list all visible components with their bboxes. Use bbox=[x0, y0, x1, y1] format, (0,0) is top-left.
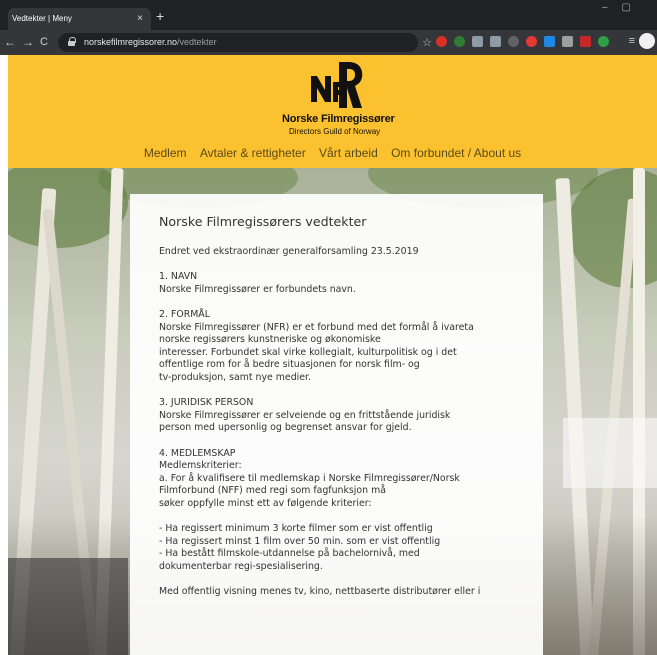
extension-icon[interactable] bbox=[526, 36, 537, 47]
section-navn: 1. NAVN Norske Filmregissører er forbund… bbox=[159, 271, 543, 296]
article-intro: Endret ved ekstraordinær generalforsamli… bbox=[159, 246, 419, 257]
extension-icon[interactable] bbox=[508, 36, 519, 47]
criteria-list: - Ha regissert minimum 3 korte filmer so… bbox=[159, 523, 543, 573]
nav-item-vart-arbeid[interactable]: Vårt arbeid bbox=[319, 146, 378, 160]
nav-item-avtaler[interactable]: Avtaler & rettigheter bbox=[200, 146, 306, 160]
section-text: Norske Filmregissører er forbundets navn… bbox=[159, 283, 356, 295]
content-card: Norske Filmregissørers vedtekter Endret … bbox=[130, 194, 543, 655]
section-heading: 3. JURIDISK PERSON bbox=[159, 397, 254, 409]
section-heading: 4. MEDLEMSKAP bbox=[159, 447, 236, 459]
new-tab-icon[interactable]: + bbox=[156, 9, 164, 23]
browser-tab-bar: Vedtekter | Meny × + –▢ bbox=[0, 0, 657, 30]
extension-icon[interactable] bbox=[454, 36, 465, 47]
extension-icon[interactable] bbox=[436, 36, 447, 47]
section-heading: 1. NAVN bbox=[159, 271, 198, 283]
forward-icon[interactable]: → bbox=[22, 35, 34, 49]
list-item: - Ha bestått filmskole-utdannelse på bac… bbox=[159, 548, 420, 560]
section-text: person med upersonlig og begrenset ansva… bbox=[159, 422, 412, 434]
back-icon[interactable]: ← bbox=[4, 35, 16, 49]
section-text: Norske Filmregissører er selveiende og e… bbox=[159, 409, 451, 421]
extension-icon[interactable] bbox=[580, 36, 591, 47]
section-text: interesser. Forbundet skal virke kollegi… bbox=[159, 346, 457, 358]
section-heading: 2. FORMÅL bbox=[159, 308, 210, 320]
browser-toolbar: ← → C norskefilmregissorer.no/vedtekter … bbox=[0, 30, 657, 55]
section-text: Filmforbund (NFF) med regi som fagfunksj… bbox=[159, 485, 386, 497]
tab-title: Vedtekter | Meny bbox=[12, 14, 72, 23]
section-text: Norske Filmregissører (NFR) er et forbun… bbox=[159, 321, 474, 333]
section-text: offentlige rom for å bedre situasjonen f… bbox=[159, 359, 420, 371]
section-text: søker oppfylle minst ett av følgende kri… bbox=[159, 497, 372, 509]
nav-item-om-forbundet[interactable]: Om forbundet / About us bbox=[391, 146, 521, 160]
extension-icon[interactable] bbox=[544, 36, 555, 47]
section-medlemskap: 4. MEDLEMSKAP Medlemskriterier: a. For å… bbox=[159, 448, 543, 511]
url-path: /vedtekter bbox=[177, 37, 217, 47]
menu-icon[interactable]: ≡ bbox=[629, 35, 635, 47]
section-formal: 2. FORMÅL Norske Filmregissører (NFR) er… bbox=[159, 309, 543, 385]
list-item: - Ha regissert minst 1 film over 50 min.… bbox=[159, 535, 441, 547]
section-text: tv-produksjon, samt nye medier. bbox=[159, 371, 311, 383]
avatar[interactable] bbox=[639, 33, 655, 49]
list-item: - Ha regissert minimum 3 korte filmer so… bbox=[159, 523, 433, 535]
address-bar[interactable]: norskefilmregissorer.no/vedtekter ☆ bbox=[58, 33, 432, 52]
section-text: a. For å kvalifisere til medlemskap i No… bbox=[159, 472, 460, 484]
window-controls[interactable]: –▢ bbox=[602, 2, 645, 13]
lock-icon bbox=[68, 37, 76, 46]
main-navigation: Medlem Avtaler & rettigheter Vårt arbeid… bbox=[8, 146, 657, 160]
nfr-logo-icon[interactable] bbox=[309, 58, 365, 110]
browser-tab[interactable]: Vedtekter | Meny × bbox=[8, 8, 151, 30]
brand-name: Norske Filmregissører bbox=[282, 113, 395, 125]
site-header: Norske Filmregissører Directors Guild of… bbox=[8, 55, 657, 168]
extension-icon[interactable] bbox=[598, 36, 609, 47]
section-text: Medlemskriterier: bbox=[159, 460, 242, 472]
page-title: Norske Filmregissørers vedtekter bbox=[159, 214, 367, 229]
extension-icon[interactable] bbox=[562, 36, 573, 47]
tab-close-icon[interactable]: × bbox=[137, 13, 143, 24]
extension-icon[interactable] bbox=[490, 36, 501, 47]
url-domain: norskefilmregissorer.no bbox=[84, 37, 178, 47]
nav-item-medlem[interactable]: Medlem bbox=[144, 146, 187, 160]
extension-icon[interactable] bbox=[472, 36, 483, 47]
section-text: norske regissørers kunstneriske og økono… bbox=[159, 334, 381, 346]
reload-icon[interactable]: C bbox=[40, 35, 48, 49]
brand-subtitle: Directors Guild of Norway bbox=[289, 127, 381, 136]
section-juridisk: 3. JURIDISK PERSON Norske Filmregissører… bbox=[159, 397, 543, 435]
list-item: dokumenterbar regi-spesialisering. bbox=[159, 560, 323, 572]
article-trailing-text: Med offentlig visning menes tv, kino, ne… bbox=[159, 586, 481, 598]
bookmark-star-icon[interactable]: ☆ bbox=[422, 36, 432, 49]
